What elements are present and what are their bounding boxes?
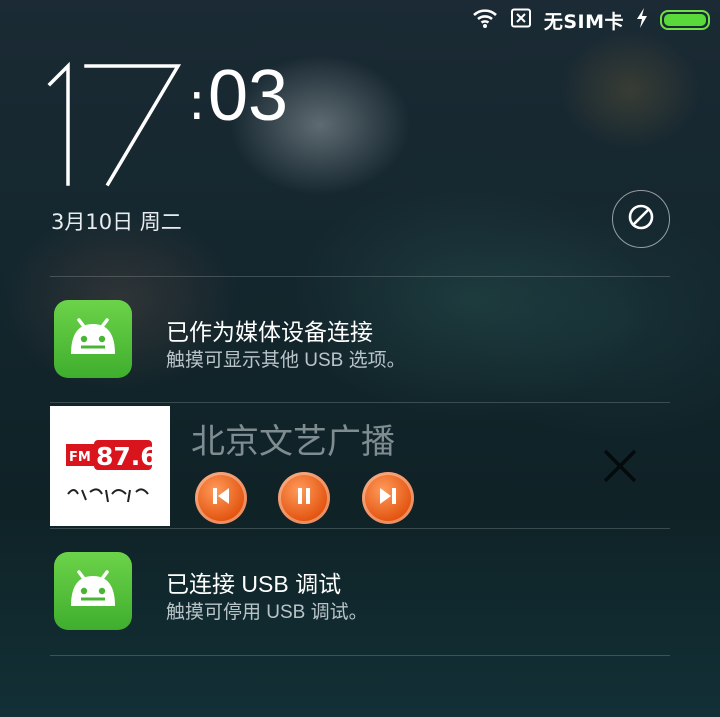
android-icon <box>54 300 132 378</box>
clock-minute: 03 <box>208 56 289 136</box>
notification-subtitle: 触摸可停用 USB 调试。 <box>166 602 368 623</box>
lightning-icon <box>636 8 648 32</box>
close-icon <box>602 448 638 488</box>
android-icon <box>54 552 132 630</box>
battery-icon <box>660 10 710 30</box>
notification-title: 已作为媒体设备连接 <box>166 319 373 345</box>
previous-button[interactable] <box>195 472 247 524</box>
carrier-label: 无SIM卡 <box>543 10 624 33</box>
station-name: 北京文艺广播 <box>191 423 395 461</box>
notification-usb-debugging[interactable]: 已连接 USB 调试 触摸可停用 USB 调试。 <box>50 529 670 654</box>
divider <box>50 655 670 656</box>
next-icon <box>376 484 400 512</box>
clock-separator: : <box>188 72 206 132</box>
do-not-disturb-button[interactable] <box>612 190 670 248</box>
svg-text:87.6: 87.6 <box>96 442 158 471</box>
status-bar: 无SIM卡 <box>472 6 710 34</box>
pause-icon <box>292 484 316 512</box>
date-label: 3月10日 周二 <box>51 210 182 234</box>
previous-icon <box>209 484 233 512</box>
media-player-notification[interactable]: FM 87.6 北京文艺广播 <box>50 406 670 526</box>
station-logo: FM 87.6 <box>50 406 170 526</box>
close-button[interactable] <box>598 446 642 490</box>
notification-title: 已连接 USB 调试 <box>166 571 342 597</box>
divider <box>50 402 670 403</box>
svg-text:FM: FM <box>69 450 91 465</box>
notification-subtitle: 触摸可显示其他 USB 选项。 <box>166 350 406 371</box>
clock-hour <box>47 62 182 187</box>
do-not-disturb-icon <box>627 203 655 235</box>
wifi-icon <box>472 8 498 32</box>
no-sim-icon <box>510 8 532 32</box>
next-button[interactable] <box>362 472 414 524</box>
notification-media-device[interactable]: 已作为媒体设备连接 触摸可显示其他 USB 选项。 <box>50 277 670 402</box>
battery-level <box>664 14 706 26</box>
pause-button[interactable] <box>278 472 330 524</box>
